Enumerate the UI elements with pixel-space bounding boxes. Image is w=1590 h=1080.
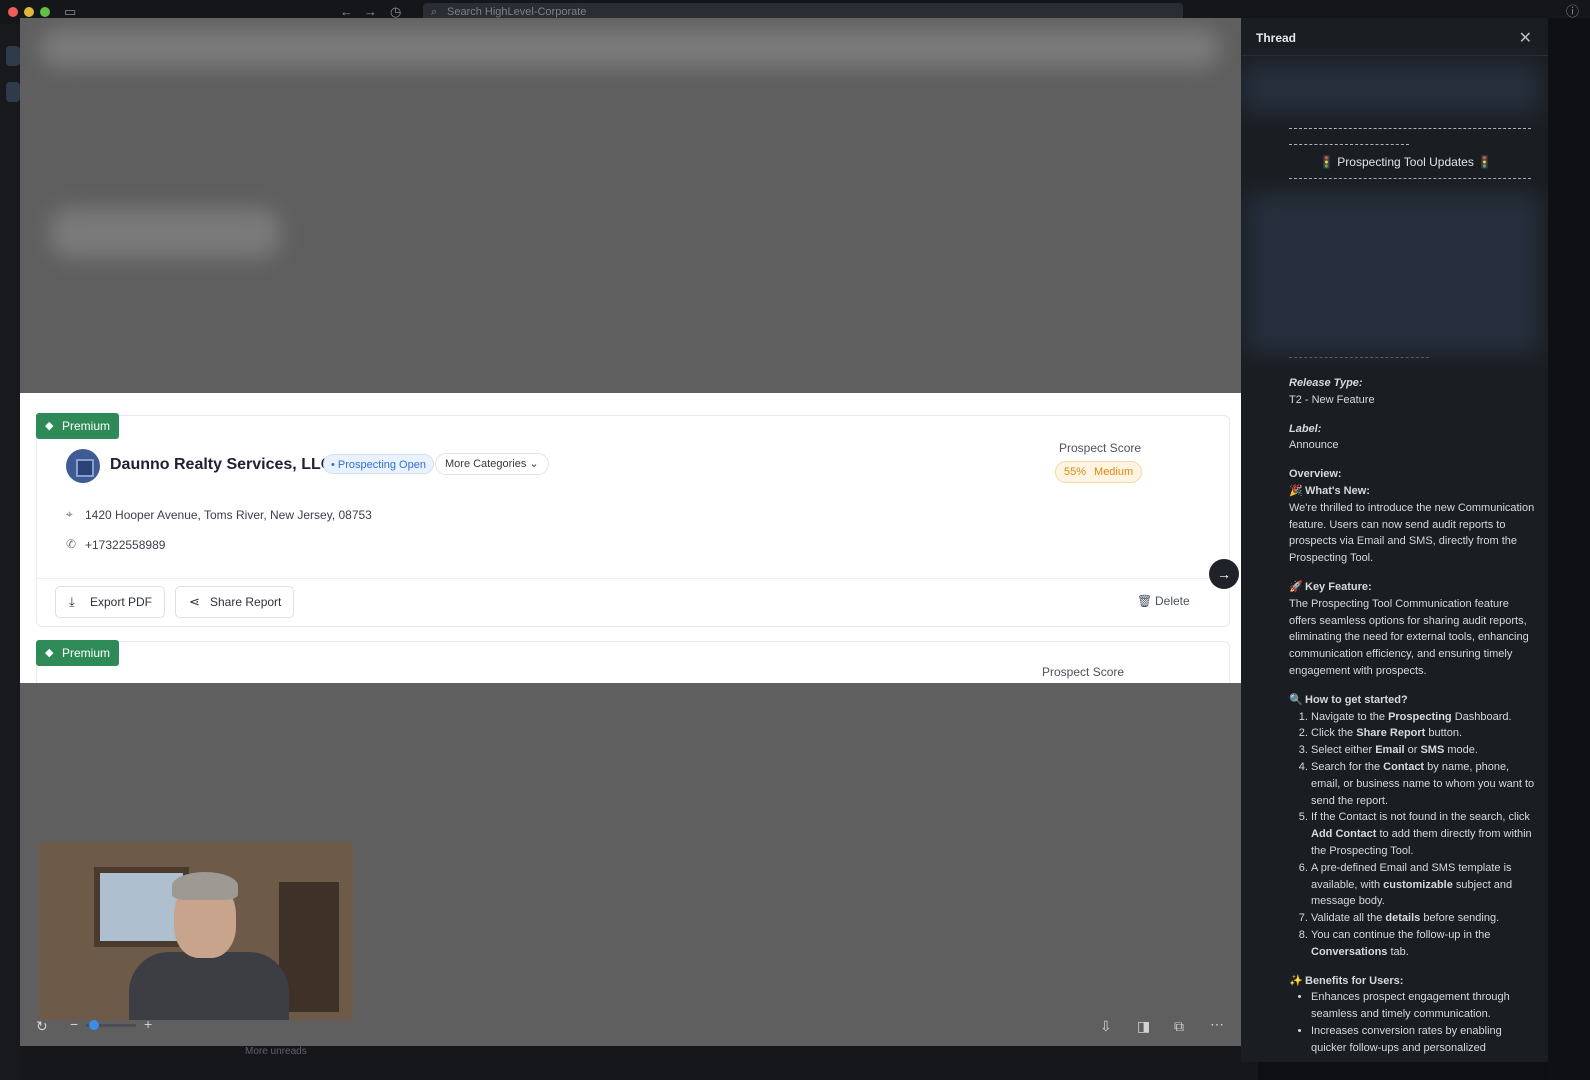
traffic-light-icon: 🚦 xyxy=(1477,155,1493,169)
next-arrow-button[interactable]: → xyxy=(1209,559,1239,589)
zoom-in-icon[interactable]: + xyxy=(144,1016,152,1032)
release-type-label: Release Type: xyxy=(1289,377,1363,389)
gem-icon: ◆ xyxy=(45,647,54,659)
premium-badge: ◆ Premium xyxy=(36,640,120,666)
prospect-score-badge: 55% Medium xyxy=(1055,461,1143,483)
delete-label: Delete xyxy=(1155,594,1190,608)
delete-button[interactable]: 🗑 Delete xyxy=(1137,594,1190,608)
prospect-score-label: Prospect Score xyxy=(1059,441,1142,455)
company-logo xyxy=(66,449,100,483)
divider xyxy=(37,578,1231,579)
steps-list: Navigate to the Prospecting Dashboard. C… xyxy=(1289,709,1539,961)
list-item: A pre-defined Email and SMS template is … xyxy=(1311,860,1539,910)
trash-icon: 🗑 xyxy=(1137,594,1153,608)
premium-label: Premium xyxy=(62,419,111,433)
zoom-out-icon[interactable]: − xyxy=(70,1016,78,1032)
workspace-icon[interactable] xyxy=(6,82,20,102)
divider-dashes xyxy=(1289,178,1531,179)
minimize-window-button[interactable] xyxy=(24,7,34,17)
prospect-list: Daunno Realty Services, LLC • Prospectin… xyxy=(20,393,1258,683)
list-item: Validate all the details before sending. xyxy=(1311,910,1539,927)
arrow-right-icon: → xyxy=(1217,566,1231,582)
close-icon[interactable]: ✕ xyxy=(1519,28,1532,48)
key-feature-text: The Prospecting Tool Communication featu… xyxy=(1289,597,1529,677)
updates-title: Prospecting Tool Updates xyxy=(1337,155,1474,169)
thread-header: Thread ✕ xyxy=(1241,18,1548,56)
list-item: Increases conversion rates by enabling q… xyxy=(1311,1023,1539,1057)
label-label: Label: xyxy=(1289,422,1322,435)
updates-heading: 🚦 Prospecting Tool Updates 🚦 xyxy=(1319,155,1492,169)
status-badge: • Prospecting Open xyxy=(323,454,434,474)
premium-badge: ◆ Premium xyxy=(36,413,120,439)
list-item: Select either Email or SMS mode. xyxy=(1311,742,1539,759)
get-started-title: How to get started? xyxy=(1305,693,1408,706)
overview-label: Overview: xyxy=(1289,468,1342,481)
share-report-button[interactable]: ⋖ Share Report xyxy=(175,586,295,618)
magnifier-icon: 🔍 xyxy=(1289,693,1303,706)
thread-panel: Thread ✕ 🚦 Prospecting Tool Updates 🚦 Re… xyxy=(1241,18,1548,1062)
whats-new-title: What's New: xyxy=(1305,484,1370,497)
video-person-body xyxy=(129,952,289,1020)
list-item: Navigate to the Prospecting Dashboard. xyxy=(1311,709,1539,726)
list-item: Click the Share Report button. xyxy=(1311,725,1539,742)
export-pdf-button[interactable]: ⤓ Export PDF xyxy=(55,586,166,618)
right-app-rail xyxy=(1548,18,1590,1080)
phone-text: +17322558989 xyxy=(85,538,166,552)
refresh-icon[interactable]: ↻ xyxy=(36,1018,48,1035)
location-pin-icon: ⌖ xyxy=(66,507,73,521)
traffic-light-icon: 🚦 xyxy=(1319,155,1334,169)
blurred-image xyxy=(1246,193,1541,353)
close-window-button[interactable] xyxy=(8,7,18,17)
prospect-score-label: Prospect Score xyxy=(1042,665,1125,679)
divider-dashes xyxy=(1289,144,1409,145)
score-level: Medium xyxy=(1094,466,1134,478)
divider-dashes xyxy=(1289,128,1531,129)
workspace-rail xyxy=(0,24,20,1080)
presenter-video[interactable] xyxy=(39,842,353,1020)
benefits-title: Benefits for Users: xyxy=(1305,974,1404,987)
split-view-icon[interactable]: ◨ xyxy=(1137,1018,1150,1035)
sparkles-icon: ✨ xyxy=(1289,974,1303,987)
premium-label: Premium xyxy=(62,646,111,660)
company-name[interactable]: Daunno Realty Services, LLC xyxy=(110,456,332,474)
phone-icon: ✆ xyxy=(66,537,77,551)
blurred-content xyxy=(50,208,280,258)
blurred-message xyxy=(1241,63,1541,113)
benefits-list: Enhances prospect engagement through sea… xyxy=(1289,989,1539,1056)
party-popper-icon: 🎉 xyxy=(1289,484,1303,497)
list-item: You can continue the follow-up in the Co… xyxy=(1311,927,1539,961)
export-pdf-label: Export PDF xyxy=(90,595,153,609)
list-item: Search for the Contact by name, phone, e… xyxy=(1311,759,1539,809)
workspace-icon[interactable] xyxy=(6,46,20,66)
list-item: Enhances prospect engagement through sea… xyxy=(1311,989,1539,1023)
label-value: Announce xyxy=(1289,439,1339,452)
release-type-value: T2 - New Feature xyxy=(1289,393,1375,406)
more-unreads-link[interactable]: More unreads xyxy=(245,1046,307,1057)
zoom-slider-handle[interactable] xyxy=(89,1020,99,1030)
thread-message-body: Release Type: T2 - New Feature Label: An… xyxy=(1289,375,1539,1056)
video-person-hair xyxy=(172,872,238,900)
bottom-status-strip: More unreads xyxy=(20,1046,1258,1080)
list-item: If the Contact is not found in the searc… xyxy=(1311,809,1539,859)
score-percent: 55% xyxy=(1064,466,1087,478)
gem-icon: ◆ xyxy=(45,420,54,432)
thread-title: Thread xyxy=(1256,31,1297,45)
more-categories-dropdown[interactable]: More Categories ⌄ xyxy=(435,453,549,475)
copy-icon[interactable]: ⧉ xyxy=(1174,1018,1184,1035)
rocket-icon: 🚀 xyxy=(1289,580,1303,593)
download-cloud-icon[interactable]: ⇩ xyxy=(1100,1018,1112,1035)
divider-dashes xyxy=(1289,357,1429,358)
more-options-icon[interactable]: ⋯ xyxy=(1210,1016,1224,1033)
download-icon: ⤓ xyxy=(69,594,75,609)
share-report-label: Share Report xyxy=(210,595,282,609)
address-text: 1420 Hooper Avenue, Toms River, New Jers… xyxy=(85,508,372,522)
whats-new-text: We're thrilled to introduce the new Comm… xyxy=(1289,501,1535,565)
search-placeholder: Search HighLevel-Corporate xyxy=(447,6,587,18)
prospect-card[interactable]: Daunno Realty Services, LLC • Prospectin… xyxy=(36,415,1239,627)
maximize-window-button[interactable] xyxy=(40,7,50,17)
share-icon: ⋖ xyxy=(189,594,200,609)
key-feature-title: Key Feature: xyxy=(1305,580,1372,593)
blurred-header xyxy=(40,28,1220,68)
